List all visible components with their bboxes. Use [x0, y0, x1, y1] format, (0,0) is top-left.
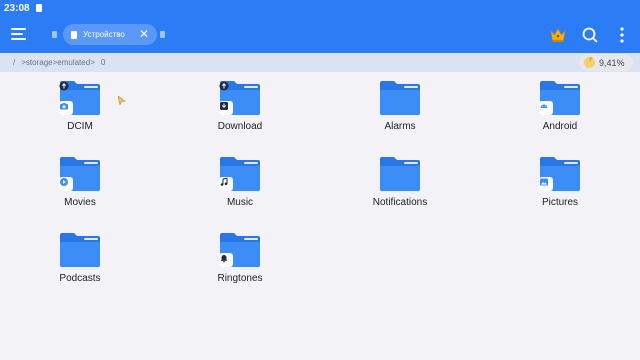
folder-label: DCIM	[67, 121, 93, 132]
menu-icon[interactable]	[11, 27, 27, 41]
folder-icon	[218, 80, 262, 116]
camera-icon	[59, 101, 73, 115]
bell-icon	[219, 253, 233, 267]
crown-icon[interactable]	[548, 25, 568, 45]
breadcrumb-current[interactable]: 0	[101, 58, 105, 67]
folder-item-alarms[interactable]: Alarms	[345, 72, 455, 142]
folder-grid: DCIM Download Alarms Android Movies Music Noti…	[0, 72, 640, 360]
mouse-cursor-icon	[118, 96, 126, 105]
folder-item-music[interactable]: Music	[185, 148, 295, 218]
folder-item-notifications[interactable]: Notifications	[345, 148, 455, 218]
folder-item-download[interactable]: Download	[185, 72, 295, 142]
folder-label: Alarms	[384, 121, 416, 132]
document-icon	[71, 30, 77, 39]
folder-icon	[58, 80, 102, 116]
folder-label: Download	[217, 121, 263, 132]
folder-label: Pictures	[541, 197, 579, 208]
folder-icon	[218, 156, 262, 192]
storage-usage-badge[interactable]: 9,41%	[579, 54, 633, 71]
folder-label: Ringtones	[217, 273, 263, 284]
folder-label: Notifications	[372, 197, 428, 208]
storage-usage-value: 9,41%	[599, 57, 625, 68]
status-time: 23:08	[4, 2, 30, 14]
download-icon	[219, 101, 233, 115]
tab-scroll-left-icon	[52, 31, 57, 38]
folder-label: Music	[226, 197, 254, 208]
breadcrumb-emulated[interactable]: >emulated	[53, 58, 91, 67]
folder-icon	[378, 156, 422, 192]
folder-icon	[58, 232, 102, 268]
search-icon[interactable]	[580, 25, 600, 45]
folder-item-android[interactable]: Android	[505, 72, 615, 142]
folder-label: Podcasts	[59, 273, 101, 284]
folder-item-dcim[interactable]: DCIM	[25, 72, 135, 142]
tab-device[interactable]: Устройство ✕	[63, 24, 157, 45]
more-vertical-icon[interactable]	[612, 25, 632, 45]
music-note-icon	[219, 177, 233, 191]
folder-label: Movies	[64, 197, 96, 208]
breadcrumb-storage[interactable]: >storage	[21, 58, 52, 67]
folder-icon	[538, 156, 582, 192]
status-bar: 23:08	[0, 0, 640, 16]
image-icon	[539, 177, 553, 191]
play-icon	[59, 177, 73, 191]
tab-label: Устройство	[83, 30, 125, 39]
breadcrumb-separator: >	[90, 58, 95, 67]
folder-label: Android	[542, 121, 578, 132]
folder-item-podcasts[interactable]: Podcasts	[25, 224, 135, 294]
folder-icon	[58, 156, 102, 192]
folder-icon	[378, 80, 422, 116]
folder-item-pictures[interactable]: Pictures	[505, 148, 615, 218]
pinned-arrow-icon	[59, 81, 73, 95]
close-icon[interactable]: ✕	[139, 28, 149, 40]
notification-icon	[35, 4, 42, 12]
breadcrumb-root[interactable]: /	[13, 58, 15, 67]
folder-icon	[218, 232, 262, 268]
pinned-arrow-icon	[219, 81, 233, 95]
storage-pie-icon	[584, 57, 595, 68]
folder-item-movies[interactable]: Movies	[25, 148, 135, 218]
tab-scroll-right-icon	[160, 31, 165, 38]
breadcrumb: / >storage >emulated > 0 9,41%	[0, 53, 640, 72]
app-bar: Устройство ✕	[0, 16, 640, 53]
folder-icon	[538, 80, 582, 116]
android-icon	[539, 101, 553, 115]
folder-item-ringtones[interactable]: Ringtones	[185, 224, 295, 294]
